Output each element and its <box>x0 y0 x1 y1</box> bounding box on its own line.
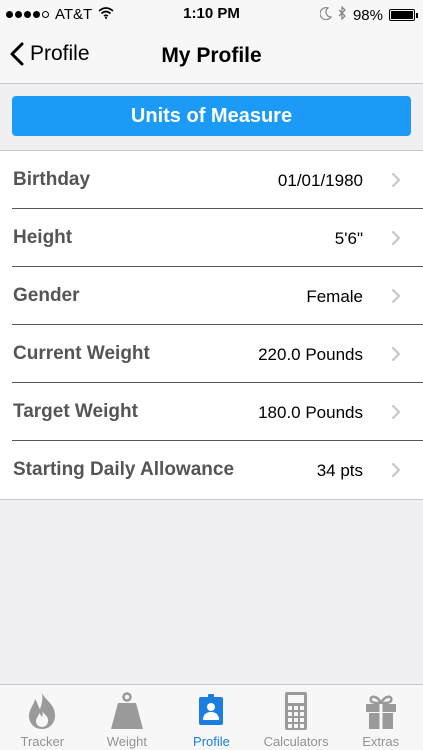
moon-icon <box>319 6 333 24</box>
row-label: Birthday <box>13 169 91 190</box>
row-label: Height <box>13 227 73 248</box>
tab-label: Profile <box>193 734 230 749</box>
tab-extras[interactable]: Extras <box>338 685 423 750</box>
status-bar: AT&T 1:10 PM 98% <box>0 0 423 30</box>
chevron-right-icon <box>391 172 401 193</box>
flame-icon <box>0 691 85 731</box>
calculator-icon <box>254 691 339 731</box>
gift-icon <box>338 691 423 731</box>
status-right: 98% <box>319 5 418 24</box>
row-value: 34 pts <box>316 461 363 480</box>
profile-row-birthday[interactable]: Birthday 01/01/1980 <box>0 151 423 209</box>
navigation-bar: Profile My Profile <box>0 30 423 84</box>
units-section: Units of Measure <box>0 85 423 150</box>
profile-row-target-weight[interactable]: Target Weight 180.0 Pounds <box>0 383 423 441</box>
battery-icon <box>389 9 418 21</box>
row-label: Gender <box>13 285 80 306</box>
row-value: 220.0 Pounds <box>258 345 363 364</box>
row-value: 01/01/1980 <box>277 171 363 190</box>
units-of-measure-button[interactable]: Units of Measure <box>12 96 411 136</box>
tab-weight[interactable]: Weight <box>85 685 170 750</box>
chevron-right-icon <box>391 346 401 367</box>
tab-label: Tracker <box>20 734 65 749</box>
tab-profile[interactable]: Profile <box>169 685 254 750</box>
profile-row-current-weight[interactable]: Current Weight 220.0 Pounds <box>0 325 423 383</box>
chevron-right-icon <box>391 404 401 425</box>
battery-percent: 98% <box>352 6 383 24</box>
page-title: My Profile <box>161 44 262 67</box>
profile-card-icon <box>169 691 254 731</box>
row-label: Target Weight <box>13 401 138 422</box>
row-value: Female <box>306 287 363 306</box>
chevron-right-icon <box>391 288 401 309</box>
tab-label: Calculators <box>263 734 329 749</box>
row-label: Starting Daily Allowance <box>13 459 235 480</box>
weight-icon <box>85 691 170 731</box>
profile-list: Birthday 01/01/1980 Height 5'6" Gender F… <box>0 150 423 500</box>
bluetooth-icon <box>338 5 347 24</box>
profile-row-gender[interactable]: Gender Female <box>0 267 423 325</box>
row-value: 180.0 Pounds <box>258 403 363 422</box>
chevron-right-icon <box>391 462 401 483</box>
chevron-right-icon <box>391 230 401 251</box>
row-label: Current Weight <box>13 343 150 364</box>
tab-label: Weight <box>106 734 147 749</box>
tab-tracker[interactable]: Tracker <box>0 685 85 750</box>
profile-row-height[interactable]: Height 5'6" <box>0 209 423 267</box>
tab-calculators[interactable]: Calculators <box>254 685 339 750</box>
tab-label: Extras <box>362 734 400 749</box>
profile-row-daily-allowance[interactable]: Starting Daily Allowance 34 pts <box>0 441 423 499</box>
row-value: 5'6" <box>334 229 363 248</box>
tab-bar: Tracker Weight Profile Calculators Extra… <box>0 684 423 750</box>
battery-fill <box>391 11 413 19</box>
